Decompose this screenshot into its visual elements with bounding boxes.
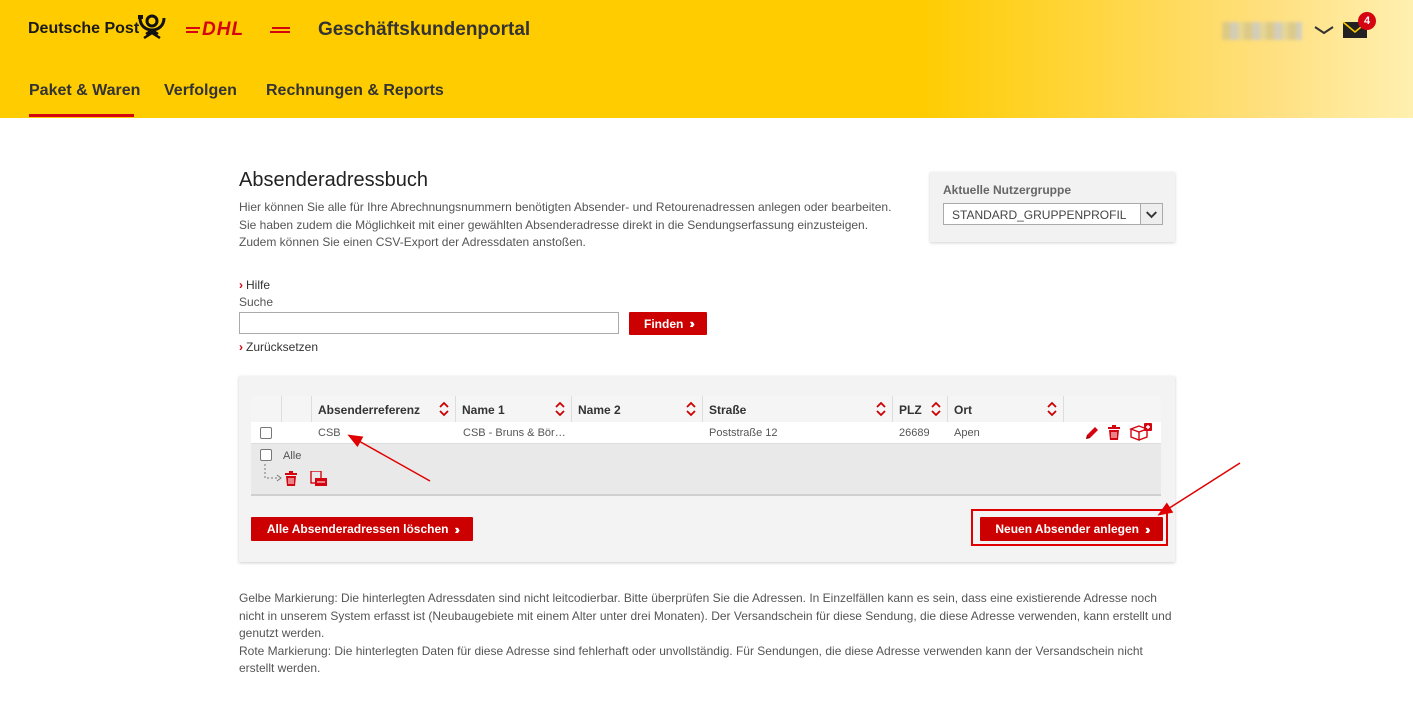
sort-icon[interactable]	[439, 401, 449, 417]
column-header-absenderreferenz[interactable]: Absenderreferenz	[312, 396, 456, 422]
chevron-down-icon[interactable]	[1313, 22, 1335, 38]
select-all-area: Alle	[251, 444, 1161, 496]
sort-icon[interactable]	[931, 401, 941, 417]
header-blank-col	[282, 396, 312, 422]
table-header: Absenderreferenz Name 1 Name 2 Straße PL…	[251, 396, 1161, 422]
search-label: Suche	[239, 295, 274, 309]
new-sender-button[interactable]: Neuen Absender anlegen ››	[980, 517, 1163, 541]
cell-ort: Apen	[954, 427, 980, 439]
cell-name1: CSB - Bruns & Bör…	[463, 427, 566, 439]
deutsche-post-logo[interactable]: Deutsche Post	[28, 20, 139, 38]
chevron-right-icon: ›	[239, 278, 243, 292]
marking-legend: Gelbe Markierung: Die hinterlegten Adres…	[239, 590, 1179, 678]
reset-link[interactable]: › Zurücksetzen	[239, 340, 318, 354]
select-all-label: Alle	[283, 450, 302, 462]
sort-icon[interactable]	[686, 401, 696, 417]
nav-active-indicator	[29, 114, 134, 117]
dhl-logo[interactable]: DHL	[186, 17, 290, 41]
csv-export-icon[interactable]	[310, 471, 328, 487]
row-checkbox[interactable]	[260, 427, 272, 439]
sort-icon[interactable]	[876, 401, 886, 417]
usergroup-box: Aktuelle Nutzergruppe STANDARD_GRUPPENPR…	[930, 172, 1175, 242]
header-actions-col	[1064, 396, 1161, 422]
site-header: Deutsche Post DHL Geschäftskundenportal …	[0, 0, 1413, 118]
find-button-label: Finden	[644, 316, 684, 331]
posthorn-icon	[138, 14, 166, 40]
double-chevron-icon: ››	[454, 521, 459, 537]
usergroup-label: Aktuelle Nutzergruppe	[943, 183, 1072, 197]
double-chevron-icon: ››	[689, 316, 694, 331]
delete-all-label: Alle Absenderadressen löschen	[266, 522, 449, 536]
chevron-down-icon[interactable]	[1140, 204, 1162, 224]
cell-strasse: Poststraße 12	[709, 427, 778, 439]
address-table-panel: Absenderreferenz Name 1 Name 2 Straße PL…	[239, 376, 1175, 562]
double-chevron-icon: ››	[1144, 521, 1150, 537]
column-header-plz[interactable]: PLZ	[893, 396, 948, 422]
usergroup-value: STANDARD_GRUPPENPROFIL	[952, 208, 1127, 222]
help-link[interactable]: › Hilfe	[239, 278, 270, 292]
search-input[interactable]	[239, 312, 619, 334]
intro-text: Hier können Sie alle für Ihre Abrechnung…	[239, 199, 899, 252]
sort-icon[interactable]	[1047, 401, 1057, 417]
bulk-trash-icon[interactable]	[284, 471, 298, 487]
column-header-strasse[interactable]: Straße	[703, 396, 893, 422]
trash-icon[interactable]	[1107, 425, 1121, 441]
table-row[interactable]: CSB CSB - Bruns & Bör… Poststraße 12 266…	[251, 422, 1161, 444]
select-all-checkbox[interactable]	[260, 449, 272, 461]
column-header-name2[interactable]: Name 2	[572, 396, 703, 422]
portal-title: Geschäftskundenportal	[318, 19, 531, 40]
bulk-action-connector-icon	[264, 464, 282, 482]
intro-paragraph: Hier können Sie alle für Ihre Abrechnung…	[239, 200, 892, 232]
nav-paket-waren[interactable]: Paket & Waren	[29, 82, 140, 100]
nav-verfolgen[interactable]: Verfolgen	[164, 82, 237, 100]
cell-plz: 26689	[899, 427, 930, 439]
reset-link-label: Zurücksetzen	[246, 340, 319, 354]
sort-icon[interactable]	[555, 401, 565, 417]
chevron-right-icon: ›	[239, 340, 243, 354]
new-sender-label: Neuen Absender anlegen	[995, 522, 1139, 536]
package-add-icon[interactable]	[1129, 423, 1153, 441]
user-name-blurred[interactable]	[1222, 22, 1302, 40]
header-checkbox-col	[251, 396, 282, 422]
help-link-label: Hilfe	[246, 278, 271, 292]
edit-pencil-icon[interactable]	[1084, 425, 1100, 441]
svg-text:DHL: DHL	[202, 19, 244, 40]
red-marking-note: Rote Markierung: Die hinterlegten Daten …	[239, 643, 1143, 676]
delete-all-senders-button[interactable]: Alle Absenderadressen löschen ››	[251, 517, 473, 541]
intro-csv-note: Zudem können Sie einen CSV-Export der Ad…	[239, 235, 586, 249]
yellow-marking-note: Gelbe Markierung: Die hinterlegten Adres…	[239, 591, 1172, 640]
column-header-name1[interactable]: Name 1	[456, 396, 572, 422]
usergroup-select[interactable]: STANDARD_GRUPPENPROFIL	[943, 203, 1163, 225]
cell-absenderreferenz: CSB	[318, 427, 341, 439]
notification-badge: 4	[1358, 12, 1376, 30]
column-header-ort[interactable]: Ort	[948, 396, 1064, 422]
page-title: Absenderadressbuch	[239, 169, 429, 191]
nav-rechnungen-reports[interactable]: Rechnungen & Reports	[266, 82, 444, 100]
find-button[interactable]: Finden ››	[629, 312, 707, 335]
